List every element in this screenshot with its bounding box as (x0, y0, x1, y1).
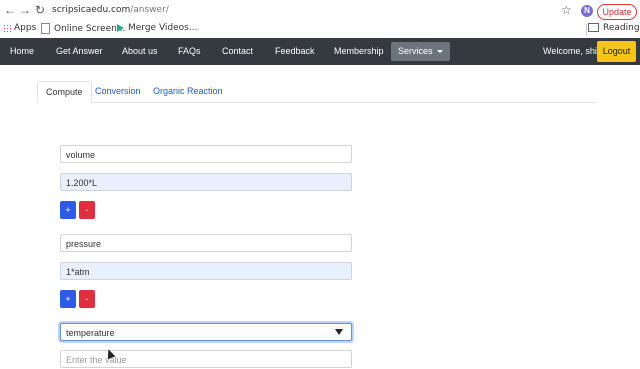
bookmark-apps[interactable]: Apps (3, 23, 36, 33)
variable-value-field-2[interactable]: 1*atm (60, 262, 352, 280)
reading-list-icon (588, 23, 599, 32)
page-icon (41, 23, 50, 34)
play-icon (117, 23, 124, 32)
logout-button[interactable]: Logout (597, 41, 636, 62)
nav-membership[interactable]: Membership (334, 38, 384, 65)
bookmark-star-icon[interactable]: ☆ (561, 3, 572, 17)
browser-chrome: ← → ↻ scripsicaedu.com/answer/ ☆ N Updat… (0, 0, 640, 39)
remove-row-button-1[interactable]: - (79, 201, 95, 219)
variable-name-field-2[interactable]: pressure (60, 234, 352, 252)
welcome-text: Welcome, shiv (543, 46, 602, 56)
address-bar[interactable]: scripsicaedu.com/answer/ (52, 5, 169, 15)
forward-arrow-icon[interactable]: → (18, 3, 32, 17)
back-arrow-icon[interactable]: ← (3, 3, 17, 17)
dropdown-arrow-icon (335, 329, 343, 335)
bookmark-reading-list[interactable]: Reading list (588, 23, 640, 33)
add-row-button-2[interactable]: + (60, 290, 76, 308)
value-input[interactable]: Enter the value (60, 350, 352, 368)
tab-organic-reaction[interactable]: Organic Reaction (145, 81, 231, 101)
reload-icon[interactable]: ↻ (33, 3, 47, 17)
nav-contact[interactable]: Contact (222, 38, 253, 65)
tab-conversion[interactable]: Conversion (87, 81, 149, 101)
nav-get-answer[interactable]: Get Answer (56, 38, 103, 65)
add-row-button-1[interactable]: + (60, 201, 76, 219)
nav-about-us[interactable]: About us (122, 38, 158, 65)
address-bar-row: ← → ↻ scripsicaedu.com/answer/ ☆ N Updat… (0, 0, 640, 22)
bookmarks-bar: Apps Online Screen... Merge Videos... Re… (0, 22, 640, 38)
tab-compute[interactable]: Compute (37, 81, 92, 103)
bookmark-merge-videos[interactable]: Merge Videos... (117, 23, 197, 33)
nav-faqs[interactable]: FAQs (178, 38, 201, 65)
site-navbar: Home Get Answer About us FAQs Contact Fe… (0, 38, 640, 65)
nav-services-dropdown[interactable]: Services (391, 42, 450, 61)
apps-grid-icon (3, 23, 11, 32)
nav-home[interactable]: Home (10, 38, 34, 65)
bookmark-online-screen[interactable]: Online Screen... (41, 23, 125, 34)
variable-name-field-1[interactable]: volume (60, 145, 352, 163)
variable-value-field-1[interactable]: 1.200*L (60, 173, 352, 191)
browser-update-button[interactable]: Update (597, 4, 637, 20)
nav-feedback[interactable]: Feedback (275, 38, 315, 65)
variable-select[interactable]: temperature (60, 323, 352, 341)
tab-bar: Compute Conversion Organic Reaction (37, 81, 597, 103)
variable-select-value: temperature (66, 328, 115, 338)
remove-row-button-2[interactable]: - (79, 290, 95, 308)
profile-avatar[interactable]: N (581, 5, 593, 17)
bookmark-divider (586, 24, 587, 36)
caret-down-icon (436, 50, 443, 54)
